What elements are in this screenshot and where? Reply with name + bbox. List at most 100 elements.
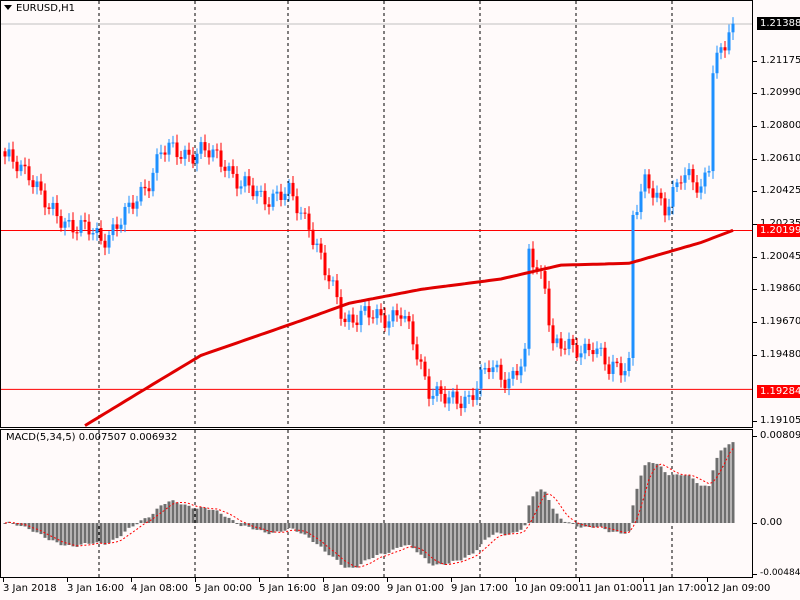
macd-histogram-bar (347, 523, 351, 568)
macd-histogram-bar (255, 523, 259, 530)
macd-histogram-bar (539, 489, 543, 523)
macd-histogram-bar (275, 523, 279, 532)
time-axis-label: 11 Jan 01:00 (579, 583, 643, 594)
macd-histogram-bar (231, 520, 235, 523)
bullish-candle (687, 169, 691, 176)
bearish-candle (11, 149, 15, 162)
bullish-candle (299, 212, 303, 214)
macd-histogram-bar (127, 523, 131, 528)
dropdown-triangle-icon[interactable] (4, 5, 12, 10)
level-tag-2: 1.19284 (757, 385, 800, 398)
macd-histogram-bar (279, 523, 283, 532)
bearish-candle (487, 368, 491, 373)
bearish-candle (59, 216, 63, 228)
bearish-candle (619, 363, 623, 376)
bullish-candle (555, 338, 559, 344)
macd-histogram-bar (227, 517, 231, 523)
bearish-candle (143, 186, 147, 189)
bullish-candle (683, 175, 687, 183)
macd-histogram-bar (43, 523, 47, 538)
bearish-candle (187, 149, 191, 155)
price-axis-label: 1.20045 (760, 251, 800, 262)
bearish-candle (291, 182, 295, 197)
time-axis-label: 3 Jan 2018 (3, 583, 57, 594)
macd-axis-min: -0.004844 (760, 568, 800, 578)
macd-histogram-bar (723, 447, 727, 523)
macd-histogram-bar (643, 465, 647, 523)
symbol-title[interactable]: EURUSD,H1 (4, 3, 75, 14)
macd-histogram-bar (323, 523, 327, 552)
macd-histogram-bar (199, 507, 203, 523)
bullish-candle (495, 364, 499, 368)
bearish-candle (355, 322, 359, 326)
bearish-candle (223, 166, 227, 171)
bearish-candle (571, 338, 575, 346)
bearish-candle (383, 315, 387, 328)
macd-histogram-bar (467, 523, 471, 555)
bearish-candle (343, 318, 347, 323)
bearish-candle (295, 196, 299, 214)
bearish-candle (307, 213, 311, 230)
macd-histogram-bar (435, 523, 439, 565)
macd-histogram-bar (611, 523, 615, 532)
bearish-candle (559, 338, 563, 349)
symbol-label: EURUSD,H1 (16, 3, 76, 14)
macd-histogram-bar (379, 523, 383, 554)
bullish-candle (155, 154, 159, 173)
macd-histogram-bar (475, 523, 479, 551)
bearish-candle (27, 166, 31, 181)
bearish-candle (455, 391, 459, 404)
bearish-candle (679, 182, 683, 184)
bearish-candle (267, 204, 271, 207)
bullish-candle (375, 309, 379, 319)
bearish-candle (563, 348, 567, 350)
bullish-candle (463, 396, 467, 409)
macd-histogram-bar (47, 523, 51, 541)
bullish-candle (667, 206, 671, 216)
macd-histogram-bar (83, 523, 87, 544)
macd-histogram-bar (35, 523, 39, 533)
bearish-candle (47, 207, 51, 209)
macd-histogram-bar (131, 523, 135, 527)
bullish-candle (387, 321, 391, 328)
macd-histogram-bar (607, 523, 611, 533)
macd-histogram-bar (167, 501, 171, 523)
bullish-candle (119, 224, 123, 229)
time-axis-label: 9 Jan 17:00 (451, 583, 508, 594)
bullish-candle (483, 368, 487, 370)
bearish-candle (219, 150, 223, 167)
macd-histogram-bar (179, 504, 183, 523)
price-axis-label: 1.20800 (760, 120, 800, 131)
macd-histogram-bar (471, 523, 475, 554)
macd-histogram-bar (123, 523, 127, 532)
macd-histogram-bar (531, 496, 535, 523)
macd-histogram-bar (695, 483, 699, 523)
macd-histogram-bar (291, 523, 295, 529)
bearish-candle (303, 212, 307, 214)
bearish-candle (15, 161, 19, 172)
macd-histogram-bar (351, 523, 355, 568)
macd-histogram-bar (263, 523, 267, 533)
bearish-candle (515, 370, 519, 376)
bullish-candle (435, 386, 439, 396)
macd-histogram-bar (415, 523, 419, 553)
bullish-candle (139, 186, 143, 202)
macd-histogram-bar (191, 508, 195, 523)
bearish-candle (471, 395, 475, 400)
bearish-candle (43, 190, 47, 208)
bullish-candle (347, 314, 351, 323)
time-axis-label: 5 Jan 16:00 (259, 583, 316, 594)
macd-histogram-bar (395, 523, 399, 548)
time-axis-label: 3 Jan 16:00 (67, 583, 124, 594)
bearish-candle (411, 321, 415, 345)
time-axis-label: 8 Jan 09:00 (323, 583, 380, 594)
macd-histogram-bar (719, 450, 723, 523)
time-axis-label: 11 Jan 17:00 (643, 583, 707, 594)
bearish-candle (367, 306, 371, 318)
bearish-candle (587, 343, 591, 351)
bearish-candle (31, 180, 35, 188)
bullish-candle (135, 201, 139, 209)
bearish-candle (147, 188, 151, 192)
macd-histogram-bar (631, 505, 635, 523)
bullish-candle (675, 182, 679, 188)
